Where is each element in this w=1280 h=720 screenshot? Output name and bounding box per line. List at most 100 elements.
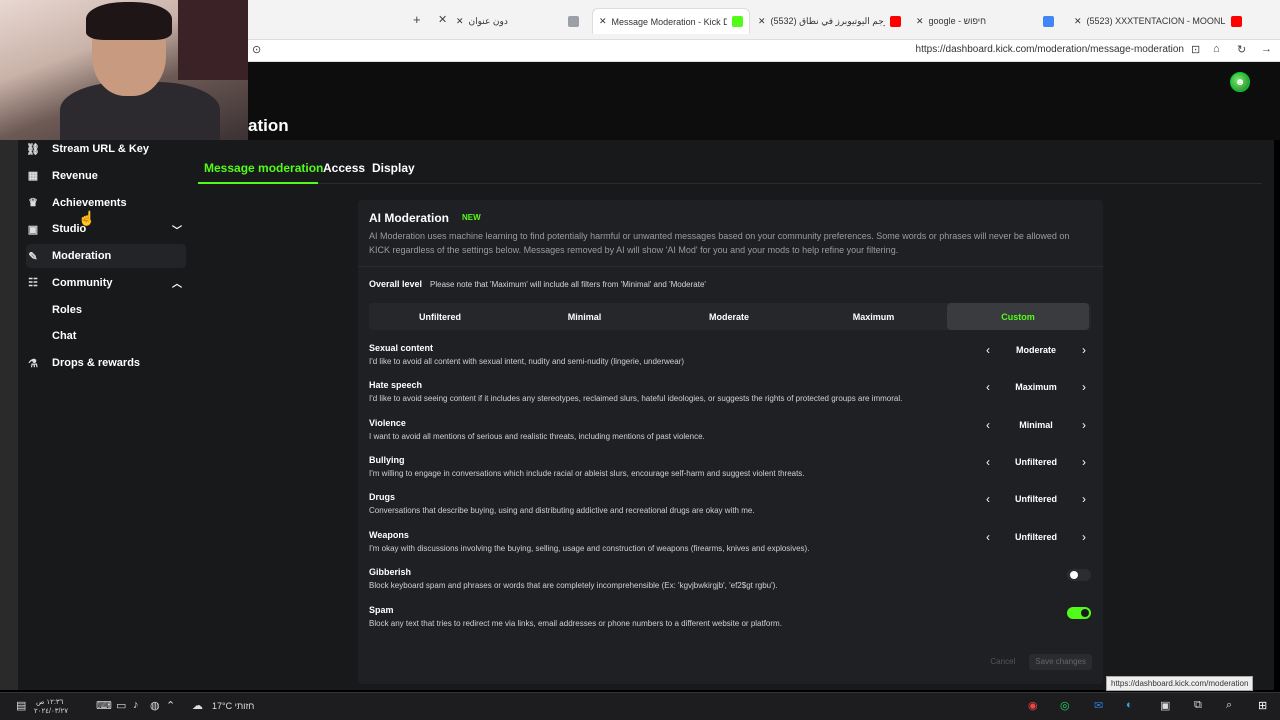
- browser-tab[interactable]: ✕ دون عنوان: [450, 8, 585, 34]
- sidebar-item-label: Chat: [52, 330, 77, 343]
- gibberish-toggle[interactable]: [1067, 569, 1091, 581]
- toggle-title: Spam: [369, 604, 394, 615]
- sidebar-item-stream-url-key[interactable]: ⛓ Stream URL & Key: [26, 137, 186, 161]
- sidebar-item-label: Achievements: [52, 196, 127, 209]
- chevron-left-icon[interactable]: ‹: [981, 530, 995, 544]
- edge-icon[interactable]: ◐: [1126, 699, 1133, 711]
- sidebar-item-moderation[interactable]: ✎ Moderation: [26, 244, 186, 268]
- wrench-icon: ✎: [28, 250, 38, 263]
- sidebar-item-community[interactable]: ☷ Community ︿: [26, 271, 186, 295]
- level-stepper: ‹ Unfiltered ›: [981, 455, 1091, 471]
- sidebar-item-drops-rewards[interactable]: ⚗ Drops & rewards: [26, 351, 186, 375]
- browser-tab[interactable]: ✕ (5523) XXXTENTACION - MOONLI: [1068, 8, 1248, 34]
- file-explorer-icon[interactable]: ▣: [1160, 699, 1170, 712]
- url-text[interactable]: https://dashboard.kick.com/moderation/me…: [916, 44, 1184, 55]
- chevron-right-icon[interactable]: ›: [1077, 380, 1091, 394]
- start-icon[interactable]: ⊞: [1258, 699, 1267, 712]
- webcam-person-hair: [86, 2, 172, 40]
- sidebar-item-chat[interactable]: Chat: [26, 324, 186, 348]
- browser-tab[interactable]: ✕ google - חיפוש: [910, 8, 1060, 34]
- chevron-up-icon[interactable]: ︿: [172, 275, 182, 290]
- category-title: Drugs: [369, 492, 396, 503]
- chevron-right-icon[interactable]: ›: [1077, 530, 1091, 544]
- sidebar-item-roles[interactable]: Roles: [26, 298, 186, 322]
- chevron-left-icon[interactable]: ‹: [981, 343, 995, 357]
- chevron-right-icon[interactable]: ›: [1077, 492, 1091, 506]
- avatar[interactable]: ☻: [1230, 72, 1250, 92]
- close-tab-icon[interactable]: ✕: [758, 16, 766, 27]
- refresh-icon[interactable]: ↻: [1237, 43, 1246, 56]
- chevron-right-icon[interactable]: ›: [1077, 455, 1091, 469]
- tab-message-moderation[interactable]: Message moderation: [204, 161, 323, 175]
- overall-level-note: Please note that 'Maximum' will include …: [430, 280, 706, 289]
- chevron-left-icon[interactable]: ‹: [981, 492, 995, 506]
- mouse-cursor-icon: ☝: [78, 210, 96, 226]
- category-row-violence: Violence I want to avoid all mentions of …: [369, 418, 1091, 454]
- toggle-knob: [1081, 608, 1089, 617]
- microphone-icon[interactable]: ◍: [150, 699, 160, 712]
- notification-icon[interactable]: ▤: [16, 699, 26, 712]
- category-description: I'm okay with discussions involving the …: [369, 543, 810, 553]
- search-icon[interactable]: ⌕: [1226, 699, 1232, 712]
- task-view-icon[interactable]: ⧉: [1194, 699, 1202, 712]
- level-option-moderate[interactable]: Moderate: [658, 303, 800, 330]
- volume-icon[interactable]: ♪: [133, 699, 139, 711]
- category-description: I'd like to avoid all content with sexua…: [369, 357, 685, 366]
- toggle-title: Gibberish: [369, 567, 412, 577]
- community-icon: ☷: [28, 277, 38, 290]
- level-option-unfiltered[interactable]: Unfiltered: [369, 303, 511, 330]
- chevron-left-icon[interactable]: ‹: [981, 380, 995, 394]
- stepper-value: Moderate: [1015, 345, 1056, 355]
- divider: [358, 266, 1103, 267]
- stepper-value: Unfiltered: [1014, 531, 1057, 542]
- tab-access[interactable]: Access: [323, 161, 365, 175]
- spam-toggle[interactable]: [1067, 606, 1091, 619]
- active-tab-underline: [198, 182, 318, 184]
- gift-icon: ⚗: [28, 357, 38, 370]
- chevron-down-icon[interactable]: ﹀: [172, 222, 182, 237]
- sidebar-item-revenue[interactable]: ▦ Revenue: [26, 164, 186, 188]
- close-tab-icon[interactable]: ✕: [599, 16, 607, 27]
- close-tab-icon[interactable]: ✕: [1074, 16, 1082, 27]
- chevron-right-icon[interactable]: ›: [1077, 343, 1091, 357]
- tab-display[interactable]: Display: [372, 161, 415, 175]
- close-tab-icon[interactable]: ✕: [456, 16, 464, 27]
- keyboard-icon[interactable]: ⌨: [96, 699, 112, 712]
- level-stepper: ‹ Moderate ›: [981, 343, 1091, 359]
- level-option-minimal[interactable]: Minimal: [514, 303, 656, 330]
- toggle-description: Block keyboard spam and phrases or words…: [369, 581, 778, 590]
- sidebar-item-achievements[interactable]: ♛ Achievements: [26, 191, 186, 215]
- save-changes-button[interactable]: Save changes: [1029, 654, 1092, 670]
- site-info-icon[interactable]: ⊙: [252, 43, 261, 56]
- category-title: Bullying: [369, 454, 405, 465]
- close-tab-icon[interactable]: ✕: [916, 16, 924, 27]
- browser-tab[interactable]: ✕ (5532) كيف تترجم اليوتيوبرز في نطاق: [752, 8, 907, 34]
- home-icon[interactable]: ⌂: [1213, 43, 1220, 55]
- status-bar-url: https://dashboard.kick.com/moderation: [1106, 676, 1254, 691]
- forward-icon[interactable]: →: [1261, 43, 1272, 55]
- whatsapp-icon[interactable]: ◎: [1060, 699, 1070, 712]
- level-option-custom[interactable]: Custom: [947, 303, 1089, 330]
- browser-tab-title: google - חיפוש: [928, 16, 987, 26]
- level-stepper: ‹ Unfiltered ›: [981, 530, 1091, 546]
- category-title: Sexual content: [369, 343, 434, 353]
- chevron-left-icon[interactable]: ‹: [981, 455, 995, 469]
- close-tab-icon[interactable]: ✕: [438, 13, 447, 26]
- level-stepper: ‹ Unfiltered ›: [981, 492, 1091, 508]
- chevron-up-icon[interactable]: ⌃: [166, 699, 175, 712]
- drive-icon: [568, 15, 579, 27]
- browser-tab[interactable]: ✕ Message Moderation - Kick Dashb: [592, 8, 750, 34]
- overall-level-label: Overall level: [369, 279, 423, 289]
- battery-icon[interactable]: ▭: [116, 699, 126, 712]
- sidebar-item-label: Drops & rewards: [52, 357, 141, 369]
- level-option-maximum[interactable]: Maximum: [803, 303, 945, 330]
- new-tab-icon[interactable]: +: [413, 12, 421, 27]
- chevron-left-icon[interactable]: ‹: [981, 418, 995, 432]
- outlook-icon[interactable]: ✉: [1094, 699, 1103, 712]
- cancel-button[interactable]: Cancel: [984, 654, 1021, 670]
- sidebar-item-studio[interactable]: ▣ Studio ﹀: [26, 217, 186, 241]
- taskbar-date: ٢٠٢٤/٠٣/٢٧: [34, 708, 68, 715]
- chevron-right-icon[interactable]: ›: [1077, 418, 1091, 432]
- app-icon-1[interactable]: ◉: [1028, 699, 1038, 712]
- category-title: Weapons: [369, 529, 409, 540]
